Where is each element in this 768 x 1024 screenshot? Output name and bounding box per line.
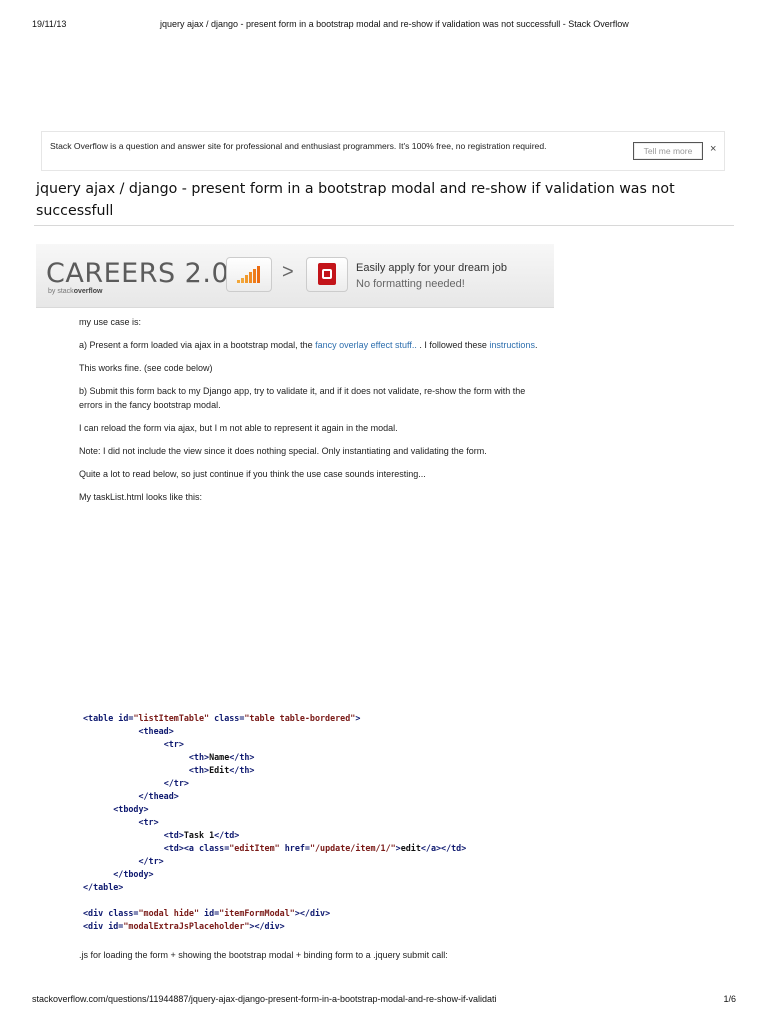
careers-banner[interactable]: CAREERS 2.0 by stackoverflow > Easily ap… <box>36 244 554 308</box>
print-page-title: jquery ajax / django - present form in a… <box>160 19 629 29</box>
byline-prefix: by stack <box>48 288 74 295</box>
signal-bars-icon <box>226 257 272 292</box>
title-divider <box>34 225 734 226</box>
post-paragraph: Quite a lot to read below, so just conti… <box>79 468 426 479</box>
code-line: <td><a class="editItem" href="/update/it… <box>163 843 467 853</box>
notice-text: Stack Overflow is a question and answer … <box>50 141 547 151</box>
code-line: </thead> <box>138 791 179 801</box>
print-date: 19/11/13 <box>32 19 67 29</box>
code-block: <table id="listItemTable" class="table t… <box>83 712 583 933</box>
code-line: </tr> <box>138 856 164 866</box>
pdf-document-icon <box>306 257 348 292</box>
question-body: my use case is: a) Present a form loaded… <box>79 316 549 514</box>
code-line: <div class="modal hide" id="itemFormModa… <box>83 908 331 918</box>
careers-promo: Easily apply for your dream job No forma… <box>356 260 507 292</box>
post-paragraph: .js for loading the form + showing the b… <box>79 950 448 960</box>
promo-line-1: Easily apply for your dream job <box>356 262 508 274</box>
code-line: <tbody> <box>113 804 149 814</box>
code-line: <table id="listItemTable" class="table t… <box>83 713 361 723</box>
instructions-link[interactable]: instructions <box>489 340 535 350</box>
code-line: <th>Name</th> <box>188 752 255 762</box>
question-title[interactable]: jquery ajax / django - present form in a… <box>36 178 736 222</box>
tell-me-more-button[interactable]: Tell me more <box>633 142 703 160</box>
post-text: . <box>534 340 538 350</box>
post-paragraph: Note: I did not include the view since i… <box>79 445 487 456</box>
welcome-notice: Stack Overflow is a question and answer … <box>41 131 725 171</box>
post-paragraph: my use case is: <box>79 317 142 327</box>
promo-line-2: No formatting needed! <box>356 278 465 290</box>
code-line: </table> <box>83 882 124 892</box>
post-paragraph: My taskList.html looks like this: <box>79 491 203 502</box>
code-line: <td>Task 1</td> <box>163 830 240 840</box>
careers-logo: CAREERS 2.0 <box>46 258 230 289</box>
code-line: </tbody> <box>113 869 154 879</box>
careers-byline: by stackoverflow <box>48 288 102 295</box>
code-line: <div id="modalExtraJsPlaceholder"></div> <box>83 921 285 931</box>
post-paragraph: a) Present a form loaded via ajax in a b… <box>79 339 549 353</box>
page-url: stackoverflow.com/questions/11944887/jqu… <box>32 994 497 1004</box>
code-line: <tr> <box>163 739 184 749</box>
post-text: a) Present a form loaded via ajax in a b… <box>79 340 316 350</box>
post-text: . I followed these <box>416 340 490 350</box>
page-number: 1/6 <box>723 994 736 1004</box>
chevron-right-icon: > <box>282 261 294 283</box>
fancy-overlay-link[interactable]: fancy overlay effect stuff.. <box>315 340 417 350</box>
post-paragraph: I can reload the form via ajax, but I m … <box>79 422 398 433</box>
code-line: </tr> <box>163 778 189 788</box>
post-paragraph: This works fine. (see code below) <box>79 363 213 373</box>
code-line: <th>Edit</th> <box>188 765 255 775</box>
close-icon[interactable]: × <box>710 143 716 155</box>
code-line: <tr> <box>138 817 159 827</box>
post-paragraph: b) Submit this form back to my Django ap… <box>79 386 526 410</box>
code-line: <thead> <box>138 726 174 736</box>
byline-brand: overflow <box>73 288 103 295</box>
